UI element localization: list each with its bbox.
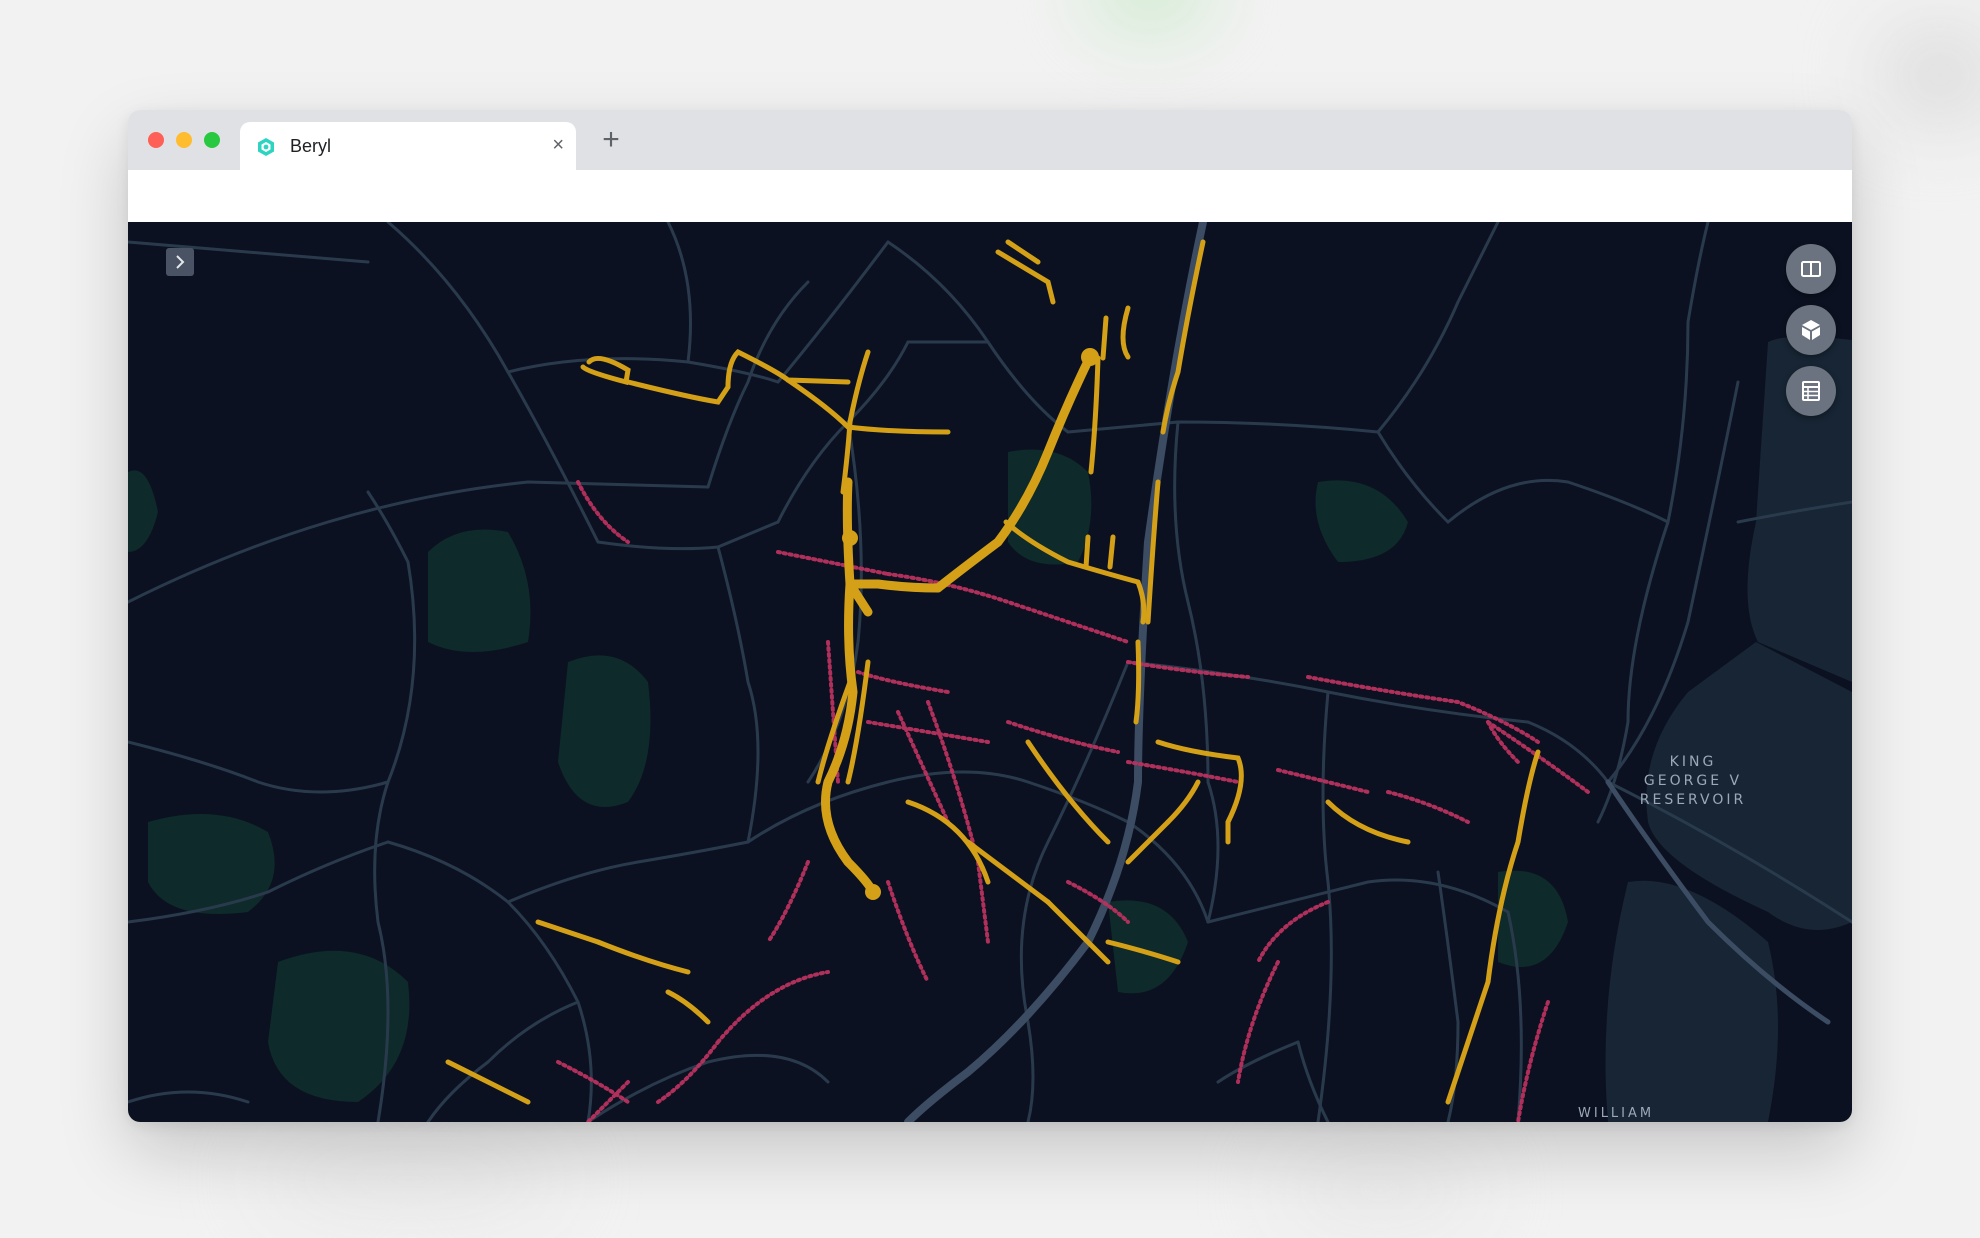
table-icon bbox=[1802, 381, 1820, 401]
cube-icon bbox=[1802, 320, 1820, 340]
map-canvas[interactable]: KING GEORGE V RESERVOIR WILLIAM bbox=[128, 222, 1852, 1122]
heat-hotspot bbox=[842, 530, 858, 546]
background-blob bbox=[1090, 0, 1210, 20]
park-area bbox=[428, 529, 531, 652]
reservoir-water bbox=[1605, 880, 1778, 1122]
park-area bbox=[148, 814, 275, 914]
book-icon bbox=[1801, 261, 1821, 277]
background-blob bbox=[1880, 30, 1980, 120]
beryl-logo-icon bbox=[258, 138, 274, 156]
heat-hotspot bbox=[1081, 348, 1099, 366]
reservoir-label-line: KING bbox=[1669, 754, 1717, 770]
tab-title: Beryl bbox=[290, 136, 332, 156]
park-area bbox=[128, 470, 158, 552]
park-area bbox=[558, 655, 651, 807]
background-blob bbox=[1280, 1160, 1480, 1220]
heat-track-core bbox=[821, 352, 1095, 897]
road-network bbox=[128, 222, 1852, 1122]
tab-bar: Beryl × + bbox=[128, 110, 1852, 170]
new-tab-button[interactable]: + bbox=[594, 123, 628, 157]
chevron-right-icon bbox=[176, 255, 185, 269]
expand-sidebar-button[interactable] bbox=[166, 248, 194, 276]
major-road bbox=[904, 222, 1207, 1122]
browser-window: Beryl × + KING GEORGE V RESERVOIR WILLIA… bbox=[128, 110, 1852, 1122]
3d-view-button[interactable] bbox=[1786, 305, 1836, 355]
maximize-window-button[interactable] bbox=[204, 132, 220, 148]
tab-close-button[interactable]: × bbox=[552, 133, 564, 157]
reservoir-label: KING GEORGE V RESERVOIR bbox=[1633, 753, 1753, 810]
place-label: WILLIAM bbox=[1578, 1106, 1655, 1121]
map-basemap bbox=[128, 222, 1852, 1122]
background-blob bbox=[260, 1150, 560, 1210]
book-view-button[interactable] bbox=[1786, 244, 1836, 294]
close-window-button[interactable] bbox=[148, 132, 164, 148]
table-view-button[interactable] bbox=[1786, 366, 1836, 416]
browser-toolbar bbox=[128, 170, 1852, 223]
heat-hotspot bbox=[865, 884, 881, 900]
reservoir-label-line: RESERVOIR bbox=[1639, 792, 1747, 808]
reservoir-label-line: GEORGE V bbox=[1643, 773, 1743, 789]
minimize-window-button[interactable] bbox=[176, 132, 192, 148]
park-area bbox=[1315, 480, 1408, 562]
tab-beryl[interactable]: Beryl × bbox=[240, 122, 576, 170]
